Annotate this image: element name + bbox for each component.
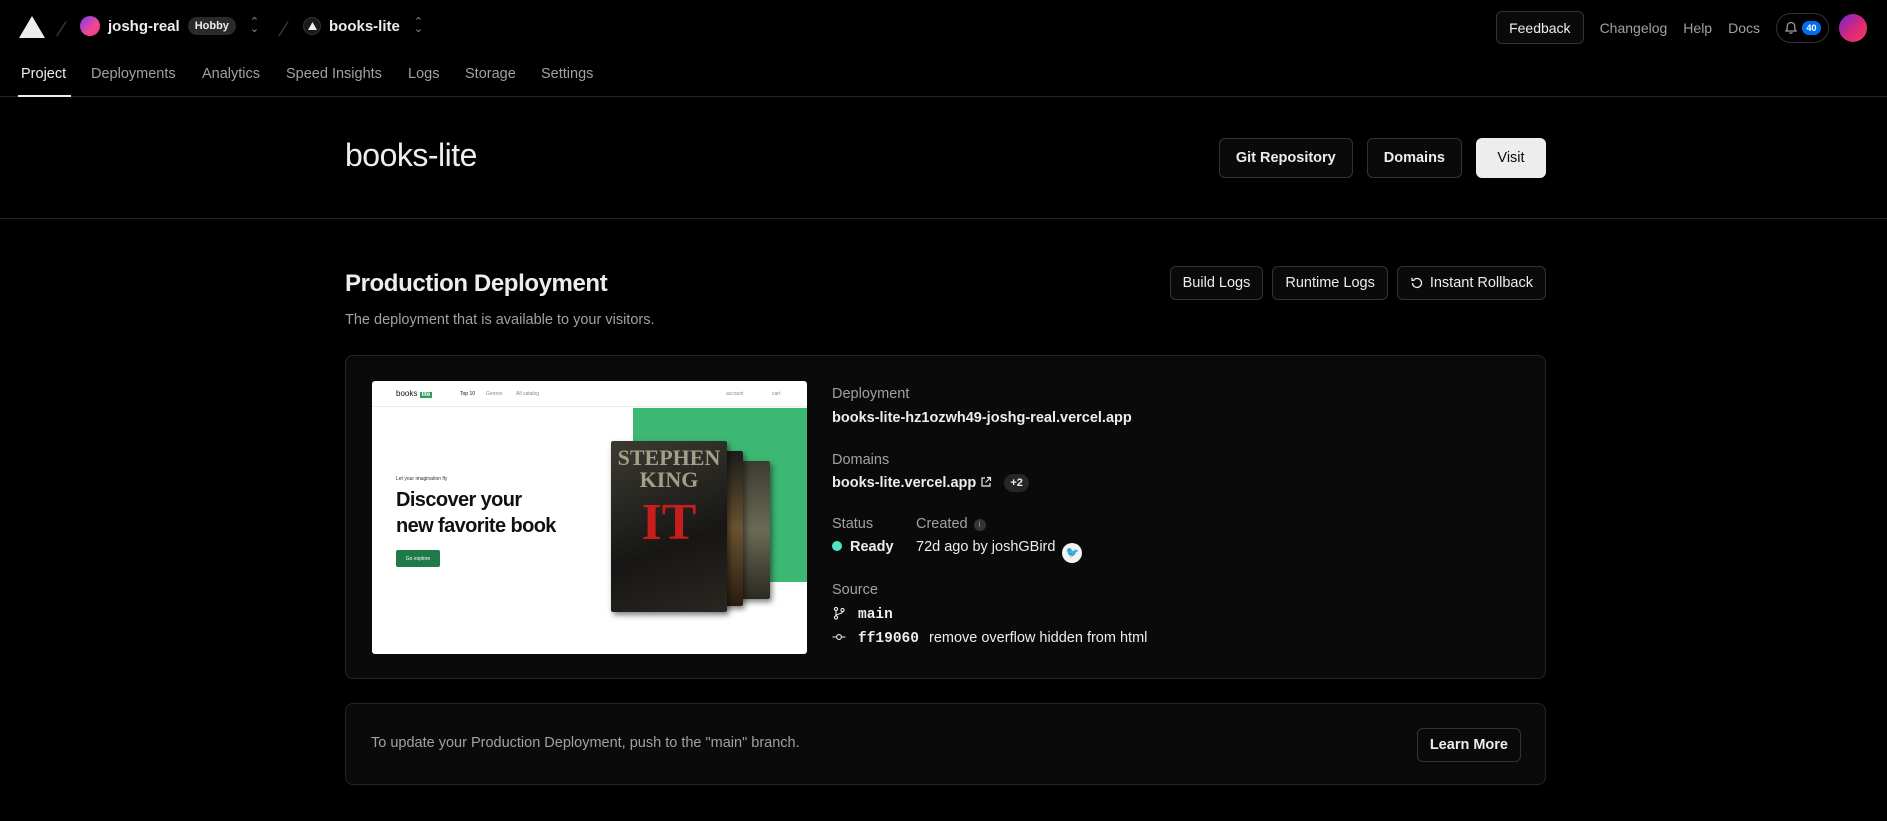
book-title-text: IT [641, 494, 697, 551]
help-link[interactable]: Help [1683, 20, 1712, 36]
book-author-text: STEPHEN KING [617, 445, 721, 492]
more-domains-badge[interactable]: +2 [1004, 474, 1029, 492]
build-logs-button[interactable]: Build Logs [1169, 266, 1264, 300]
visit-button[interactable]: Visit [1476, 138, 1546, 178]
notifications-button[interactable]: 40 [1776, 12, 1829, 43]
project-tabs: Project Deployments Analytics Speed Insi… [0, 56, 1887, 97]
header-actions: Git Repository Domains Visit [1218, 138, 1546, 178]
page-title: books-lite [345, 137, 477, 173]
commit-hash[interactable]: ff19060 [858, 631, 919, 647]
breadcrumb-separator: / [276, 19, 290, 41]
deployment-label: Deployment [832, 386, 910, 402]
preview-book-cover: STEPHEN KING IT [611, 441, 727, 612]
info-icon[interactable]: i [973, 519, 986, 531]
status-value: Ready [832, 539, 894, 555]
tab-analytics[interactable]: Analytics [202, 66, 260, 82]
project-name: books-lite [329, 17, 400, 35]
source-label: Source [832, 582, 878, 598]
preview-navbar: books lite Top 10 Genres All catalog acc… [372, 381, 807, 407]
changelog-link[interactable]: Changelog [1600, 20, 1668, 36]
top-bar: / joshg-real Hobby ⌃ ⌄ / books-lite ⌃ ⌄ Fe… [0, 0, 1887, 56]
commit-row: ff19060 remove overflow hidden from html [832, 630, 1147, 647]
rollback-icon [1411, 277, 1422, 289]
update-note-text: To update your Production Deployment, pu… [371, 735, 800, 751]
update-deployment-note: To update your Production Deployment, pu… [345, 703, 1546, 785]
instant-rollback-label: Instant Rollback [1429, 275, 1533, 291]
docs-link[interactable]: Docs [1728, 20, 1760, 36]
git-repository-button[interactable]: Git Repository [1218, 138, 1353, 178]
git-branch-icon [833, 606, 845, 620]
domains-button[interactable]: Domains [1366, 138, 1462, 178]
project-switcher[interactable]: books-lite ⌃ ⌄ [303, 17, 423, 35]
preview-nav-link: Top 10 [460, 391, 476, 397]
commit-message[interactable]: remove overflow hidden from html [929, 630, 1147, 646]
tab-deployments[interactable]: Deployments [91, 66, 176, 82]
tab-project[interactable]: Project [21, 66, 66, 82]
project-triangle-icon [303, 17, 321, 35]
preview-nav-link: Genres [486, 391, 503, 397]
breadcrumb-separator: / [54, 19, 68, 41]
domain-link[interactable]: books-lite.vercel.app [832, 475, 976, 491]
deployment-card: books lite Top 10 Genres All catalog acc… [345, 355, 1546, 679]
project-header: books-lite Git Repository Domains Visit [0, 97, 1887, 219]
chevron-up-down-icon[interactable]: ⌃ ⌄ [250, 17, 259, 35]
domains-label: Domains [832, 452, 890, 468]
deployment-preview-screenshot[interactable]: books lite Top 10 Genres All catalog acc… [372, 381, 807, 654]
preview-logo: books lite [396, 389, 433, 398]
preview-nav-link: account [726, 391, 744, 397]
preview-nav-link: cart [772, 391, 781, 397]
preview-nav-link: All catalog [516, 391, 540, 397]
domain-row: books-lite.vercel.app +2 [832, 474, 1029, 492]
status-dot [832, 541, 842, 551]
branch-name[interactable]: main [858, 607, 893, 623]
preview-headline: Discover your new favorite book [396, 489, 556, 537]
deployment-actions: Build Logs Runtime Logs Instant Rollback [1169, 266, 1546, 300]
learn-more-button[interactable]: Learn More [1416, 728, 1521, 762]
top-right-actions: Feedback Changelog Help Docs 40 [1496, 11, 1867, 44]
bell-icon [1785, 21, 1798, 34]
vercel-logo-icon[interactable] [19, 16, 45, 38]
tab-storage[interactable]: Storage [465, 66, 516, 82]
branch-row: main [832, 606, 893, 623]
preview-tagline: Let your imagination fly [396, 476, 448, 482]
tab-settings[interactable]: Settings [541, 66, 593, 82]
deployment-url-link[interactable]: books-lite-hz1ozwh49-joshg-real.vercel.a… [832, 410, 1132, 426]
plan-badge: Hobby [187, 17, 236, 35]
team-avatar [80, 16, 100, 36]
instant-rollback-button[interactable]: Instant Rollback [1396, 266, 1546, 300]
user-avatar[interactable] [1839, 13, 1867, 42]
runtime-logs-button[interactable]: Runtime Logs [1272, 266, 1388, 300]
production-deployment-title: Production Deployment [345, 270, 608, 297]
production-deployment-subtitle: The deployment that is available to your… [345, 312, 655, 328]
git-commit-icon [832, 634, 846, 640]
preview-cta: Go explore [396, 550, 440, 567]
tab-logs[interactable]: Logs [408, 66, 439, 82]
created-label: Created i [916, 516, 986, 532]
status-label: Status [832, 516, 874, 532]
created-value: 72d ago by joshGBird 🐦 [916, 539, 1083, 563]
chevron-up-down-icon[interactable]: ⌃ ⌄ [414, 17, 423, 35]
notification-count-badge: 40 [1802, 20, 1821, 35]
external-link-icon[interactable] [980, 476, 992, 488]
feedback-button[interactable]: Feedback [1496, 11, 1584, 44]
team-switcher[interactable]: joshg-real Hobby ⌃ ⌄ [80, 16, 259, 36]
tab-speed-insights[interactable]: Speed Insights [286, 66, 382, 82]
author-avatar[interactable]: 🐦 [1062, 543, 1083, 563]
team-name: joshg-real [108, 17, 180, 35]
